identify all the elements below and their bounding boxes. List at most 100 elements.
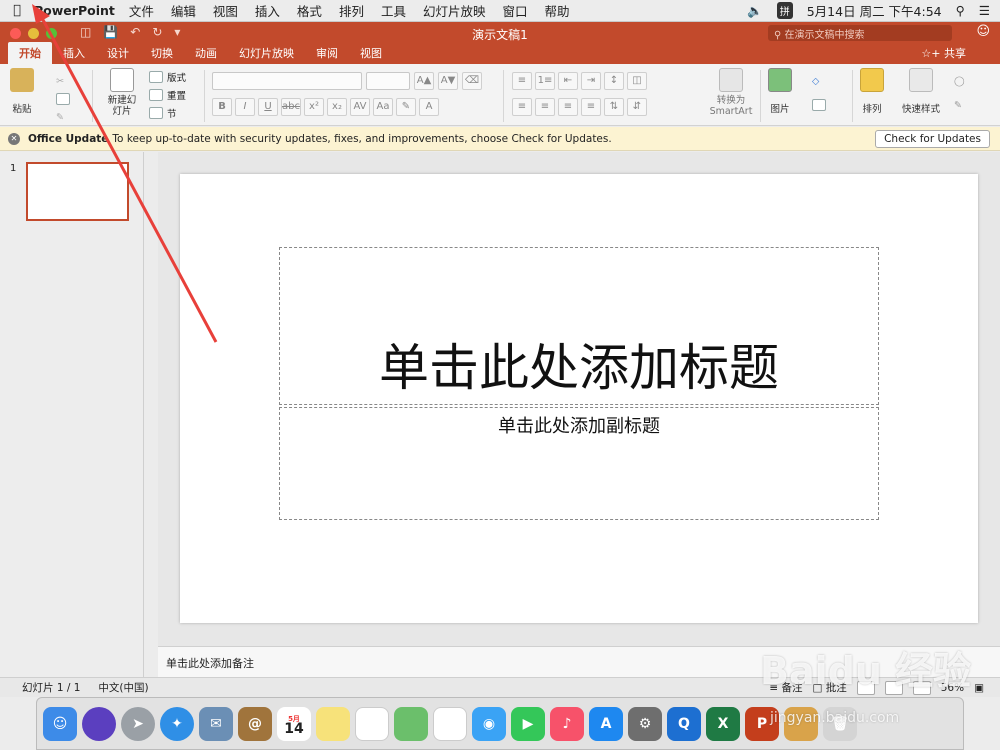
quicktime-icon[interactable]: Q [667, 706, 701, 741]
paste-button[interactable]: 粘贴 [10, 68, 34, 115]
powerpoint-icon[interactable]: P [745, 706, 779, 741]
increase-indent-icon[interactable]: ⇥ [581, 72, 601, 90]
facetime-icon[interactable]: ▶ [511, 706, 545, 741]
fit-to-window-icon[interactable]: ▣ [974, 682, 984, 694]
columns-icon[interactable]: ◫ [627, 72, 647, 90]
maps-icon[interactable] [394, 706, 428, 741]
change-case-icon[interactable]: Aa [373, 98, 393, 116]
shape-outline-button[interactable]: ✎ [954, 96, 965, 114]
language-status[interactable]: 中文(中国) [98, 680, 148, 695]
slide-canvas[interactable]: 单击此处添加标题 单击此处添加副标题 [180, 174, 978, 623]
menu-tools[interactable]: 工具 [381, 1, 406, 20]
menu-slideshow[interactable]: 幻灯片放映 [423, 1, 486, 20]
check-for-updates-button[interactable]: Check for Updates [875, 129, 990, 148]
downloads-stack-icon[interactable] [784, 706, 818, 741]
tab-home[interactable]: 开始 [8, 42, 52, 64]
italic-icon[interactable]: I [235, 98, 255, 116]
menu-arrange[interactable]: 排列 [339, 1, 364, 20]
share-button[interactable]: ☆+ 共享 [921, 45, 966, 61]
mail-icon[interactable]: ✉ [199, 706, 233, 741]
new-slide-button[interactable]: 新建幻灯片 [102, 68, 142, 117]
tab-view[interactable]: 视图 [349, 42, 393, 64]
input-method-icon[interactable]: 拼 [776, 2, 793, 19]
subtitle-placeholder[interactable]: 单击此处添加副标题 [279, 407, 879, 520]
feedback-smiley-icon[interactable]: ☺ [976, 24, 990, 39]
superscript-icon[interactable]: x² [304, 98, 324, 116]
reset-button[interactable]: 重置 [149, 86, 186, 104]
menubar-clock[interactable]: 5月14日 周二 下午4:54 [807, 1, 942, 20]
tab-transitions[interactable]: 切换 [140, 42, 184, 64]
excel-icon[interactable]: X [706, 706, 740, 741]
launchpad-icon[interactable]: ➤ [121, 706, 155, 741]
copy-button[interactable] [56, 90, 70, 108]
calendar-icon[interactable]: 5月 14 [277, 706, 311, 741]
app-menu[interactable]: PowerPoint [34, 3, 115, 18]
menu-edit[interactable]: 编辑 [171, 1, 196, 20]
align-left-icon[interactable]: ≡ [512, 98, 532, 116]
format-painter-button[interactable]: ✎ [56, 108, 70, 126]
convert-smartart-button[interactable]: 转换为 SmartArt [706, 68, 756, 117]
photos-icon[interactable]: ✿ [433, 706, 467, 741]
finder-icon[interactable]: ☺ [43, 706, 77, 741]
text-box-button[interactable] [812, 96, 826, 114]
layout-button[interactable]: 版式 [149, 68, 186, 86]
align-center-icon[interactable]: ≡ [535, 98, 555, 116]
music-icon[interactable]: ♪ [550, 706, 584, 741]
align-text-icon[interactable]: ⇵ [627, 98, 647, 116]
menu-window[interactable]: 窗口 [502, 1, 527, 20]
slide-thumbnail[interactable] [26, 162, 129, 221]
notes-app-icon[interactable] [316, 706, 350, 741]
clear-format-icon[interactable]: ⌫ [462, 72, 482, 90]
shrink-font-icon[interactable]: A▼ [438, 72, 458, 90]
line-spacing-icon[interactable]: ↕ [604, 72, 624, 90]
tab-slideshow[interactable]: 幻灯片放映 [228, 42, 305, 64]
align-right-icon[interactable]: ≡ [558, 98, 578, 116]
justify-icon[interactable]: ≡ [581, 98, 601, 116]
cut-button[interactable]: ✂ [56, 72, 70, 90]
shape-fill-button[interactable]: ◯ [954, 72, 965, 90]
slide-sorter-view-button[interactable] [884, 680, 903, 695]
font-size-select[interactable] [366, 72, 410, 90]
menu-help[interactable]: 帮助 [545, 1, 570, 20]
tab-animations[interactable]: 动画 [184, 42, 228, 64]
subscript-icon[interactable]: x₂ [327, 98, 347, 116]
highlight-icon[interactable]: ✎ [396, 98, 416, 116]
tab-design[interactable]: 设计 [96, 42, 140, 64]
apple-menu-icon[interactable]:  [0, 3, 34, 18]
notification-center-icon[interactable]: ☰ [979, 3, 990, 18]
arrange-button[interactable]: 排列 [860, 68, 884, 115]
dismiss-update-icon[interactable]: ✕ [8, 132, 20, 145]
search-icon[interactable]: ⚲ [956, 3, 965, 18]
bold-icon[interactable]: B [212, 98, 232, 116]
font-color-icon[interactable]: A [419, 98, 439, 116]
notes-pane[interactable]: 单击此处添加备注 [158, 646, 1000, 677]
tab-insert[interactable]: 插入 [52, 42, 96, 64]
menu-view[interactable]: 视图 [213, 1, 238, 20]
decrease-indent-icon[interactable]: ⇤ [558, 72, 578, 90]
system-preferences-icon[interactable]: ⚙ [628, 706, 662, 741]
section-button[interactable]: 节 [149, 104, 186, 122]
strikethrough-icon[interactable]: abc [281, 98, 301, 116]
comments-toggle-button[interactable]: □ 批注 [812, 680, 846, 695]
picture-button[interactable]: 图片 [768, 68, 792, 115]
zoom-level[interactable]: 56% [941, 682, 964, 694]
safari-icon[interactable]: ✦ [160, 706, 194, 741]
font-family-select[interactable] [212, 72, 362, 90]
reminders-icon[interactable] [355, 706, 389, 741]
reading-view-button[interactable] [912, 680, 931, 695]
app-store-icon[interactable]: A [589, 706, 623, 741]
menu-insert[interactable]: 插入 [255, 1, 280, 20]
siri-icon[interactable] [82, 706, 116, 741]
normal-view-button[interactable] [856, 680, 875, 695]
tab-review[interactable]: 审阅 [305, 42, 349, 64]
underline-icon[interactable]: U [258, 98, 278, 116]
title-placeholder[interactable]: 单击此处添加标题 [279, 247, 879, 405]
text-direction-icon[interactable]: ⇅ [604, 98, 624, 116]
menu-format[interactable]: 格式 [297, 1, 322, 20]
grow-font-icon[interactable]: A▲ [414, 72, 434, 90]
bullets-icon[interactable]: ≡ [512, 72, 532, 90]
numbering-icon[interactable]: 1≡ [535, 72, 555, 90]
search-document-input[interactable]: ⚲ 在演示文稿中搜索 [768, 25, 952, 41]
menu-file[interactable]: 文件 [129, 1, 154, 20]
trash-icon[interactable]: 🗑 [823, 706, 857, 741]
